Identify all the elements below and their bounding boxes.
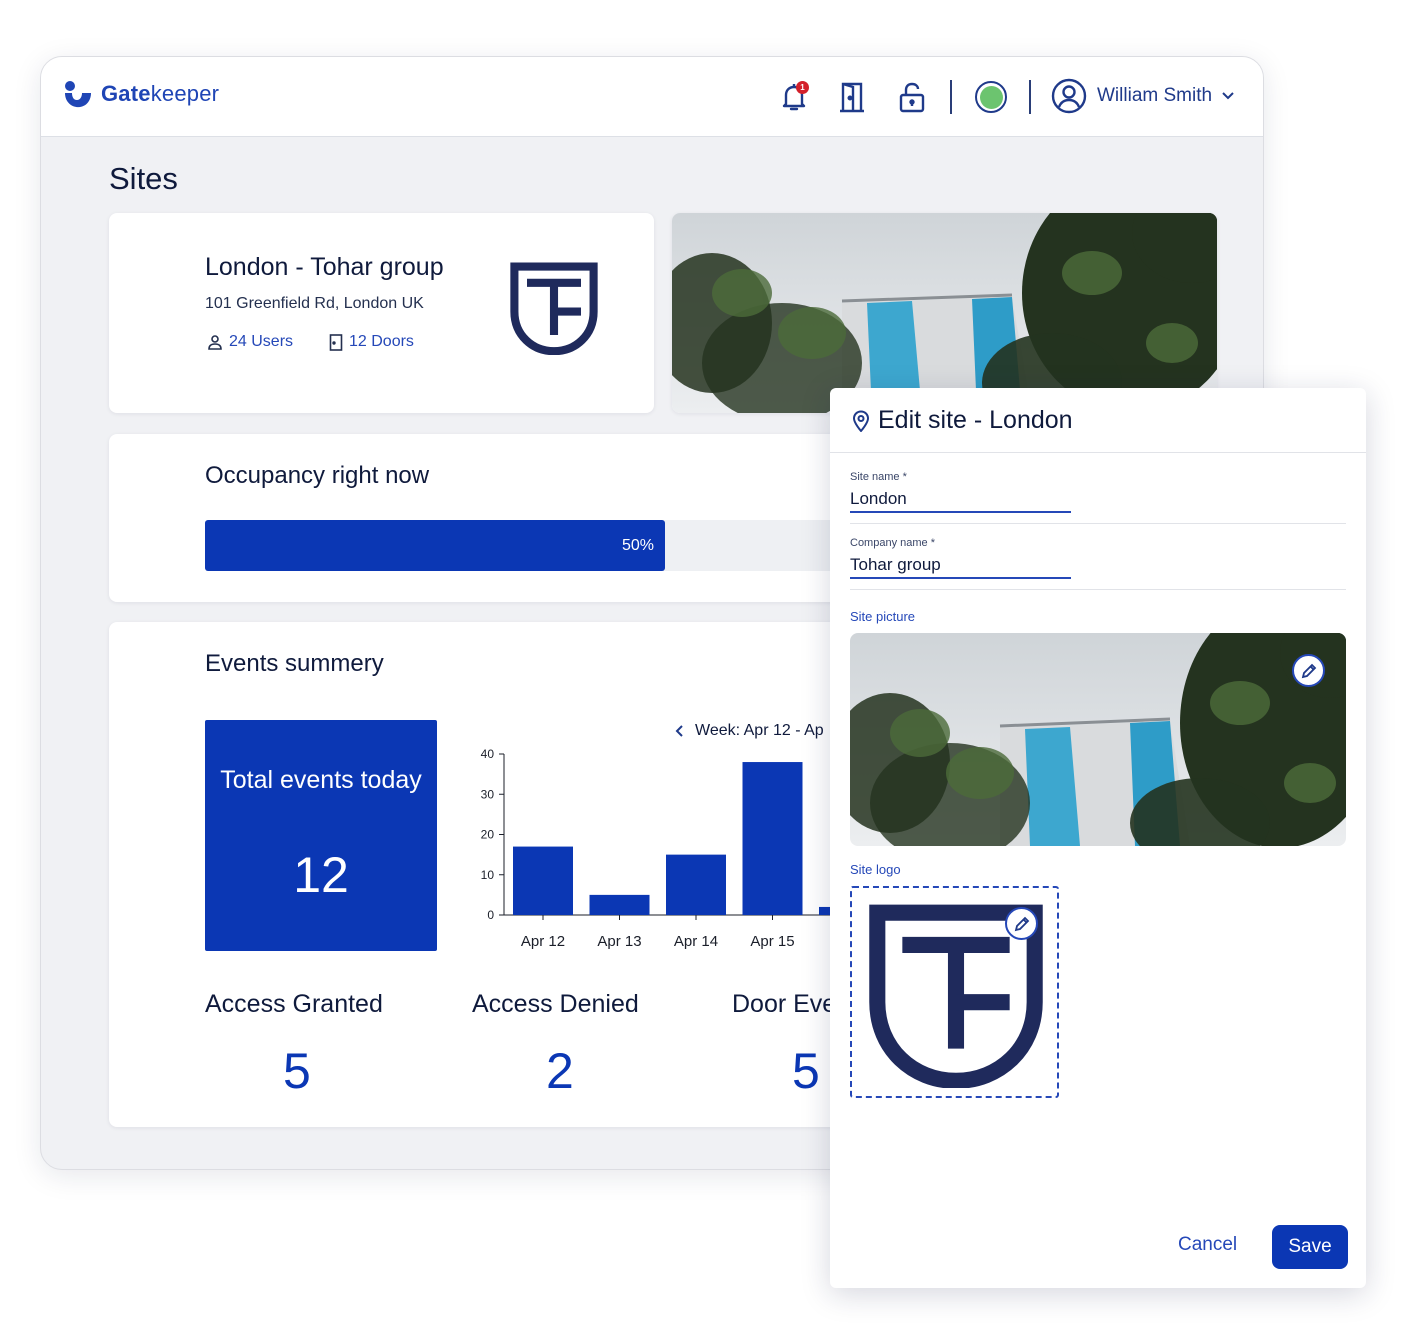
door-icon: [329, 333, 343, 351]
chevron-down-icon: [1222, 92, 1234, 100]
edit-picture-button[interactable]: [1292, 654, 1325, 687]
occupancy-percent: 50%: [621, 536, 654, 554]
x-tick-label: Apr 15: [750, 933, 794, 950]
occupancy-title: Occupancy right now: [205, 462, 430, 489]
occupancy-fill: 50%: [205, 520, 665, 571]
x-tick-label: Apr 14: [674, 933, 718, 950]
site-photo: [672, 213, 1217, 413]
notification-badge: 1: [796, 81, 809, 94]
user-circle-icon: [1051, 78, 1087, 114]
y-tick-label: 30: [481, 787, 495, 801]
edit-logo-button[interactable]: [1005, 907, 1038, 940]
site-name-input[interactable]: [850, 487, 1071, 513]
lock-button[interactable]: [895, 79, 929, 115]
site-name: London - Tohar group: [205, 253, 444, 281]
site-name-field: Site name *: [850, 471, 1346, 524]
pencil-icon: [1301, 663, 1316, 678]
status-dot: [979, 85, 1003, 109]
status-indicator[interactable]: [975, 81, 1007, 113]
stat-door-events: Door Eve 5: [732, 990, 837, 1099]
total-events-value: 12: [293, 847, 349, 903]
toolbar-divider: [1029, 80, 1031, 114]
stat-value: 5: [792, 1043, 820, 1099]
site-logo-upload[interactable]: [850, 886, 1059, 1098]
gatekeeper-logo-icon: [65, 81, 91, 108]
total-events-label: Total events today: [220, 766, 422, 794]
notifications-button[interactable]: 1: [777, 79, 811, 115]
company-name-input[interactable]: [850, 553, 1071, 579]
user-name: William Smith: [1097, 85, 1213, 106]
tohar-group-logo: [510, 262, 598, 355]
company-name-field: Company name *: [850, 537, 1346, 590]
site-picture[interactable]: [850, 633, 1346, 846]
chart-bar: [589, 894, 650, 915]
building-photo: [850, 633, 1346, 846]
stat-value: 5: [283, 1043, 311, 1099]
x-tick-label: Apr 12: [521, 933, 565, 950]
field-divider: [850, 523, 1346, 524]
user-menu[interactable]: William Smith: [1051, 78, 1234, 114]
site-picture-label: Site picture: [850, 609, 916, 624]
chart-bar: [666, 854, 726, 915]
stat-access-granted: Access Granted 5: [205, 990, 383, 1099]
page-title: Sites: [109, 161, 178, 196]
users-link[interactable]: 24 Users: [207, 333, 293, 351]
location-pin-icon: [852, 410, 870, 432]
brand-logo[interactable]: Gatekeeper: [61, 79, 219, 109]
chart-bar: [513, 846, 573, 915]
stat-label: Access Granted: [205, 990, 383, 1018]
y-tick-label: 10: [481, 868, 495, 882]
toolbar-divider: [950, 80, 952, 114]
chevron-left-icon[interactable]: [675, 725, 683, 737]
doors-button[interactable]: [835, 79, 869, 115]
y-tick-label: 20: [481, 828, 495, 842]
site-name-label: Site name *: [850, 471, 907, 483]
field-divider: [850, 589, 1346, 590]
stat-label: Access Denied: [472, 990, 639, 1018]
brand-name: Gatekeeper: [101, 81, 220, 106]
edit-site-panel: Edit site - London Site name * Company n…: [830, 388, 1366, 1288]
lock-open-icon: [899, 82, 925, 113]
top-bar: Gatekeeper 1 William Smith: [41, 57, 1263, 137]
door-icon: [840, 82, 864, 113]
cancel-button[interactable]: Cancel: [1178, 1234, 1237, 1256]
total-events-tile: Total events today 12: [205, 720, 437, 951]
site-logo-label: Site logo: [850, 862, 901, 877]
y-tick-label: 0: [487, 908, 494, 922]
y-tick-label: 40: [481, 747, 495, 761]
panel-header: Edit site - London: [830, 388, 1366, 453]
company-name-label: Company name *: [850, 537, 935, 549]
events-title: Events summery: [205, 650, 384, 677]
stat-access-denied: Access Denied 2: [472, 990, 639, 1099]
site-address: 101 Greenfield Rd, London UK: [205, 295, 424, 312]
building-photo: [672, 213, 1217, 413]
save-button[interactable]: Save: [1272, 1225, 1348, 1269]
x-tick-label: Apr 13: [597, 933, 641, 950]
site-card[interactable]: London - Tohar group 101 Greenfield Rd, …: [109, 213, 654, 413]
week-navigator[interactable]: Week: Apr 12 - Ap: [675, 722, 824, 740]
doors-link[interactable]: 12 Doors: [329, 333, 414, 351]
pencil-icon: [1014, 916, 1029, 931]
chart-bar: [742, 762, 803, 915]
week-label: Week: Apr 12 - Ap: [695, 722, 824, 739]
panel-title: Edit site - London: [878, 406, 1073, 434]
stat-label: Door Eve: [732, 990, 837, 1018]
user-icon: [208, 335, 222, 350]
stat-value: 2: [546, 1043, 574, 1099]
